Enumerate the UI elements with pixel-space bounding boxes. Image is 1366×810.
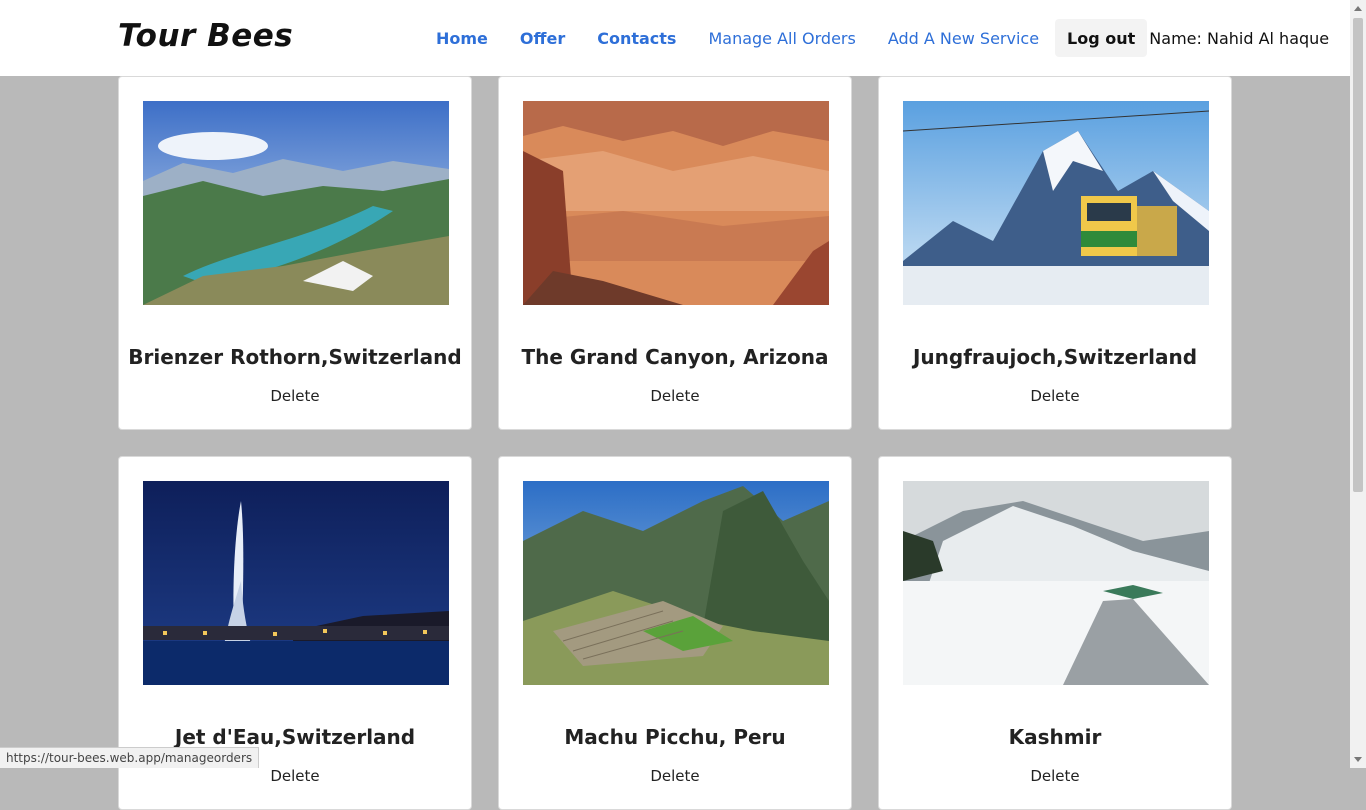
delete-button[interactable]: Delete <box>879 387 1231 405</box>
machu-picchu-photo <box>523 481 829 685</box>
service-card: Machu Picchu, Peru Delete <box>498 456 852 810</box>
nav-links: Home Offer Contacts Manage All Orders Ad… <box>420 19 1329 57</box>
snow-valley-photo <box>903 481 1209 685</box>
delete-button[interactable]: Delete <box>879 767 1231 785</box>
service-card: Brienzer Rothorn,Switzerland Delete <box>118 76 472 430</box>
delete-button[interactable]: Delete <box>119 767 471 785</box>
scroll-up-arrow-icon[interactable] <box>1354 6 1362 11</box>
delete-button[interactable]: Delete <box>499 767 851 785</box>
scrollbar-thumb[interactable] <box>1353 18 1363 492</box>
delete-button[interactable]: Delete <box>499 387 851 405</box>
nav-home[interactable]: Home <box>420 29 504 48</box>
brand-logo[interactable]: Tour Bees <box>118 18 293 54</box>
scroll-down-arrow-icon[interactable] <box>1354 757 1362 762</box>
logout-button[interactable]: Log out <box>1055 19 1148 57</box>
nav-add-new-service[interactable]: Add A New Service <box>872 29 1055 48</box>
nav-contacts[interactable]: Contacts <box>581 29 692 48</box>
card-title: Kashmir <box>1008 725 1102 749</box>
card-title: Jungfraujoch,Switzerland <box>912 345 1198 369</box>
nav-manage-all-orders[interactable]: Manage All Orders <box>692 29 871 48</box>
user-name-label: Name: Nahid Al haque <box>1149 28 1330 48</box>
card-title: Machu Picchu, Peru <box>564 725 786 749</box>
delete-button[interactable]: Delete <box>119 387 471 405</box>
mountain-train-photo <box>903 101 1209 305</box>
status-bar-url: https://tour-bees.web.app/manageorders <box>0 747 260 768</box>
fountain-night-photo <box>143 481 449 685</box>
card-title: Brienzer Rothorn,Switzerland <box>128 345 462 369</box>
card-title: Jet d'Eau,Switzerland <box>174 725 416 749</box>
canyon-photo <box>523 101 829 305</box>
vertical-scrollbar[interactable] <box>1350 0 1366 768</box>
lake-mountain-photo <box>143 101 449 305</box>
nav-offer[interactable]: Offer <box>504 29 581 48</box>
service-card: The Grand Canyon, Arizona Delete <box>498 76 852 430</box>
service-card: Kashmir Delete <box>878 456 1232 810</box>
service-card: Jungfraujoch,Switzerland Delete <box>878 76 1232 430</box>
card-title: The Grand Canyon, Arizona <box>521 345 829 369</box>
navbar: Tour Bees Home Offer Contacts Manage All… <box>0 0 1350 76</box>
